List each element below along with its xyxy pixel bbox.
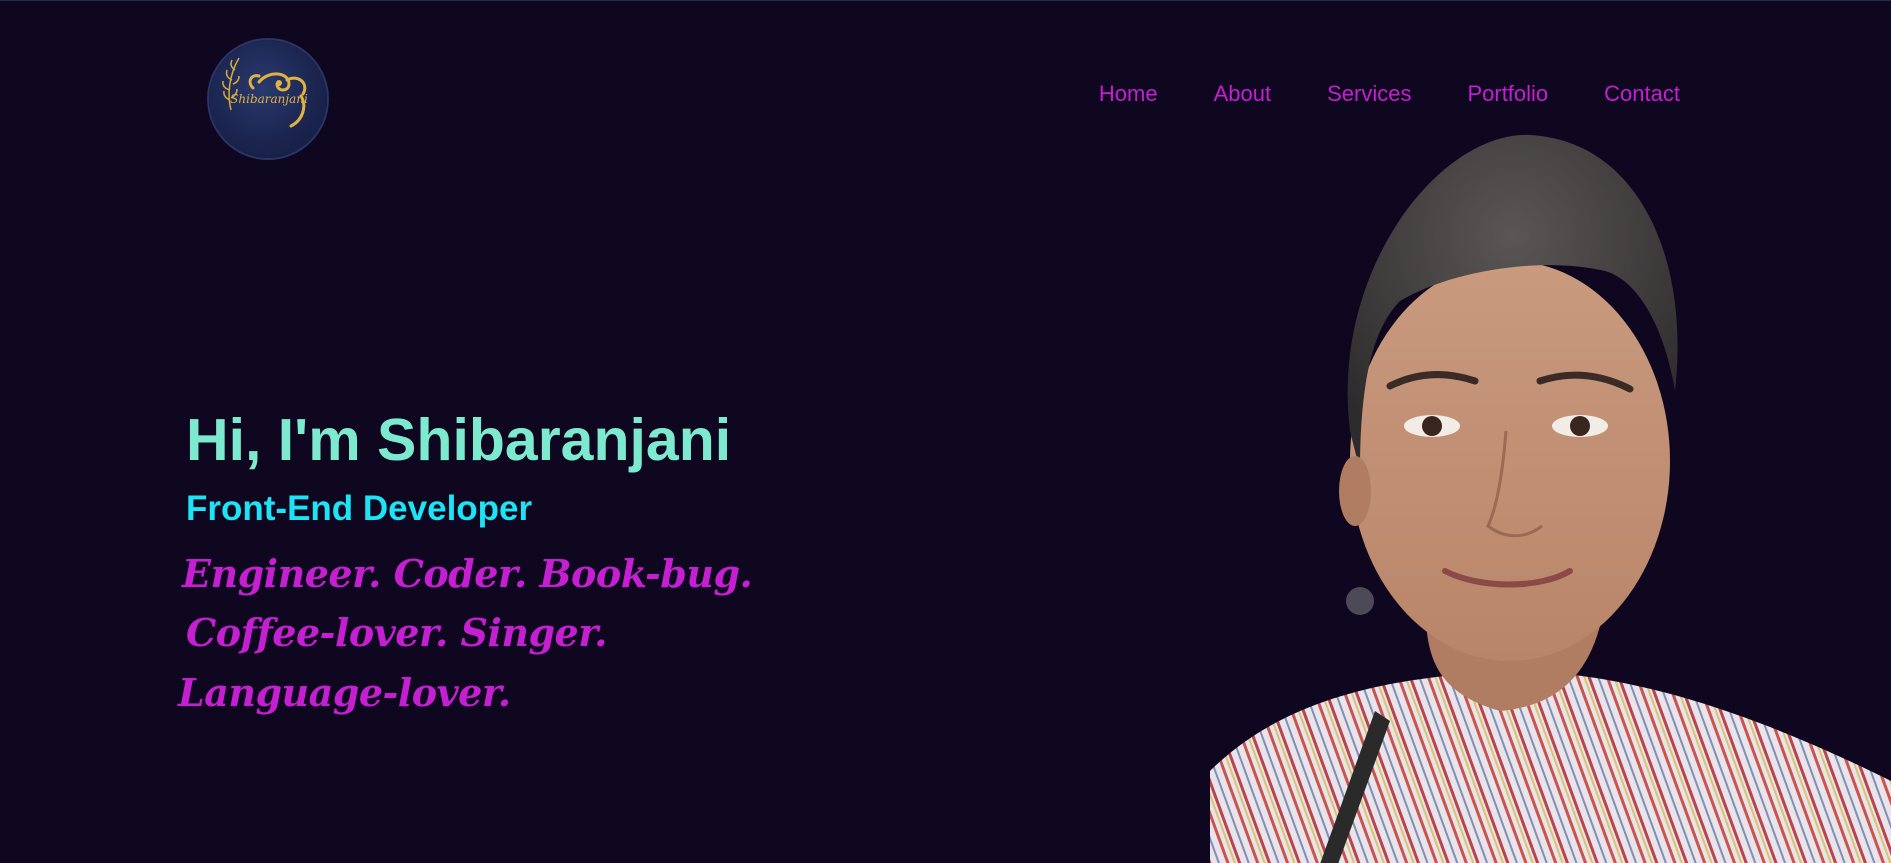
tagline-line-1: Engineer. Coder. Book-bug. <box>182 551 753 596</box>
main-nav: Home About Services Portfolio Contact <box>1099 81 1680 107</box>
site-logo[interactable]: Shibaranjani <box>209 40 327 158</box>
nav-contact[interactable]: Contact <box>1604 81 1680 107</box>
hero-title: Hi, I'm Shibaranjani <box>186 407 732 473</box>
tagline-line-3: Language-lover. <box>178 670 511 715</box>
logo-text: Shibaranjani <box>230 92 308 106</box>
tagline-line-2: Coffee-lover. Singer. <box>186 610 607 655</box>
nav-services[interactable]: Services <box>1327 81 1411 107</box>
profile-photo <box>1210 131 1891 863</box>
nav-about[interactable]: About <box>1214 81 1272 107</box>
hero-subtitle: Front-End Developer <box>186 489 533 528</box>
nav-home[interactable]: Home <box>1099 81 1158 107</box>
nav-portfolio[interactable]: Portfolio <box>1467 81 1548 107</box>
